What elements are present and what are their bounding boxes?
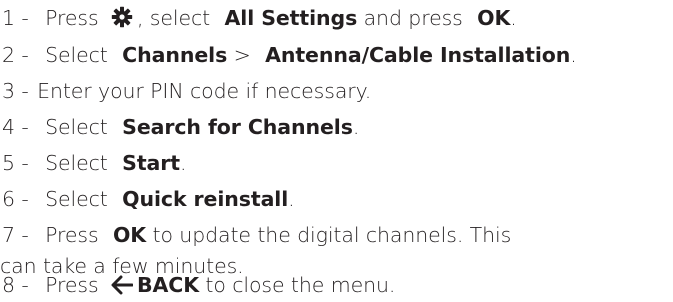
- step-number: 1 -: [2, 6, 29, 30]
- step-text: Enter your PIN code if necessary.: [37, 79, 372, 103]
- step-text: Select: [45, 43, 108, 67]
- step-4: 4 - Select Search for Channels.: [2, 111, 359, 144]
- ui-term-ok: OK: [112, 223, 147, 247]
- step-2: 2 - Select Channels > Antenna/Cable Inst…: [2, 39, 577, 72]
- ui-term-search-for-channels: Search for Channels: [122, 115, 353, 139]
- ui-term-start: Start: [122, 151, 180, 175]
- breadcrumb-separator: >: [233, 43, 251, 67]
- step-6: 6 - Select Quick reinstall.: [2, 183, 295, 216]
- step-3: 3 - Enter your PIN code if necessary.: [2, 75, 371, 108]
- step-number: 4 -: [2, 115, 29, 139]
- step-text: Press: [45, 6, 99, 30]
- ui-term-channels: Channels: [122, 43, 228, 67]
- step-7: 7 - Press OK to update the digital chann…: [2, 219, 511, 252]
- back-arrow-icon: [111, 275, 133, 295]
- step-1: 1 - Press , select All Settings and pres…: [2, 2, 517, 35]
- gear-icon: [111, 6, 133, 28]
- step-text: .: [179, 151, 187, 175]
- ui-term-all-settings: All Settings: [224, 6, 358, 30]
- step-number: 5 -: [2, 151, 29, 175]
- step-number: 7 -: [2, 223, 29, 247]
- step-8: 8 - Press BACK to close the menu.: [2, 269, 395, 302]
- step-text: Select: [45, 151, 108, 175]
- step-text: to close the menu.: [205, 273, 396, 297]
- ui-term-quick-reinstall: Quick reinstall: [122, 187, 289, 211]
- ui-term-back: BACK: [136, 273, 199, 297]
- step-text: .: [510, 6, 517, 30]
- step-number: 3 -: [2, 79, 29, 103]
- step-text: Press: [45, 273, 99, 297]
- ui-term-ok: OK: [477, 6, 511, 30]
- step-number: 8 -: [2, 273, 29, 297]
- step-5: 5 - Select Start.: [2, 147, 187, 180]
- step-text: Select: [45, 187, 108, 211]
- step-text: , select: [136, 6, 211, 30]
- step-text: .: [570, 43, 577, 67]
- step-number: 6 -: [2, 187, 29, 211]
- step-number: 2 -: [2, 43, 29, 67]
- step-text: .: [288, 187, 295, 211]
- step-text: Select: [45, 115, 108, 139]
- step-text: and press: [363, 6, 463, 30]
- step-text: Press: [45, 223, 99, 247]
- ui-term-antenna-cable-installation: Antenna/Cable Installation: [265, 43, 571, 67]
- step-text: to update the digital channels. This: [152, 223, 512, 247]
- step-text: .: [352, 115, 360, 139]
- instruction-steps: 1 - Press , select All Settings and pres…: [0, 0, 673, 302]
